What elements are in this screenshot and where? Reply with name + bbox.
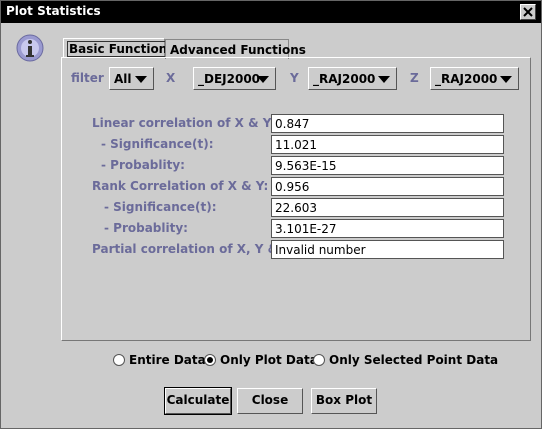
chevron-down-icon [257,76,269,83]
close-button[interactable]: Close [237,388,303,414]
x-axis-value: _DEJ2000 [198,72,261,86]
close-icon [523,7,533,17]
chevron-down-icon [500,76,512,83]
y-axis-value: _RAJ2000 [313,72,376,86]
z-axis-select[interactable]: _RAJ2000 [430,67,519,90]
rank-significance-label: - Significance(t): [104,200,217,214]
y-axis-select[interactable]: _RAJ2000 [308,67,397,90]
radio-only-selected-point-data[interactable]: Only Selected Point Data [313,353,498,367]
linear-correlation-label: Linear correlation of X & Y: [92,116,276,130]
y-axis-label: Y [290,71,299,85]
linear-significance-field[interactable]: 11.021 [271,135,504,154]
calculate-button[interactable]: Calculate [164,387,232,415]
tab-basic-functions-label: Basic Functions [66,41,177,57]
radio-circle [113,354,125,366]
radio-entire-data-label: Entire Data [129,353,206,367]
x-axis-select[interactable]: _DEJ2000 [193,67,276,90]
tab-advanced-functions[interactable]: Advanced Functions [165,39,306,59]
filter-value: All [114,72,132,86]
chevron-down-icon [135,76,147,83]
z-axis-label: Z [410,71,419,85]
partial-correlation-field[interactable]: Invalid number [271,240,504,259]
tab-basic-functions[interactable]: Basic Functions [63,38,177,58]
rank-correlation-label: Rank Correlation of X & Y: [92,179,269,193]
linear-significance-label: - Significance(t): [101,137,214,151]
info-icon [16,34,44,62]
partial-correlation-label: Partial correlation of X, Y & Z: [92,242,296,256]
plot-statistics-window: Plot Statistics Basic Functions Advanced… [0,0,542,429]
rank-correlation-field[interactable]: 0.956 [271,177,504,196]
title-bar[interactable]: Plot Statistics [1,1,541,23]
radio-only-plot-data[interactable]: Only Plot Data [204,353,318,367]
radio-circle-selected [204,354,216,366]
z-axis-value: _RAJ2000 [435,72,498,86]
radio-entire-data[interactable]: Entire Data [113,353,206,367]
filter-select[interactable]: All [109,67,154,90]
rank-probability-field[interactable]: 3.101E-27 [271,219,504,238]
close-window-button[interactable] [520,4,536,20]
radio-only-plot-data-label: Only Plot Data [220,353,318,367]
rank-probability-label: - Probablity: [104,221,188,235]
linear-probability-field[interactable]: 9.563E-15 [271,156,504,175]
x-axis-label: X [166,71,176,85]
rank-significance-field[interactable]: 22.603 [271,198,504,217]
tab-advanced-functions-label: Advanced Functions [170,43,306,57]
filter-label: filter [71,71,104,85]
linear-probability-label: - Probablity: [101,158,185,172]
window-title: Plot Statistics [6,4,101,18]
radio-circle [313,354,325,366]
radio-only-selected-point-data-label: Only Selected Point Data [329,353,499,367]
linear-correlation-field[interactable]: 0.847 [271,114,504,133]
chevron-down-icon [378,76,390,83]
box-plot-button[interactable]: Box Plot [311,388,377,414]
